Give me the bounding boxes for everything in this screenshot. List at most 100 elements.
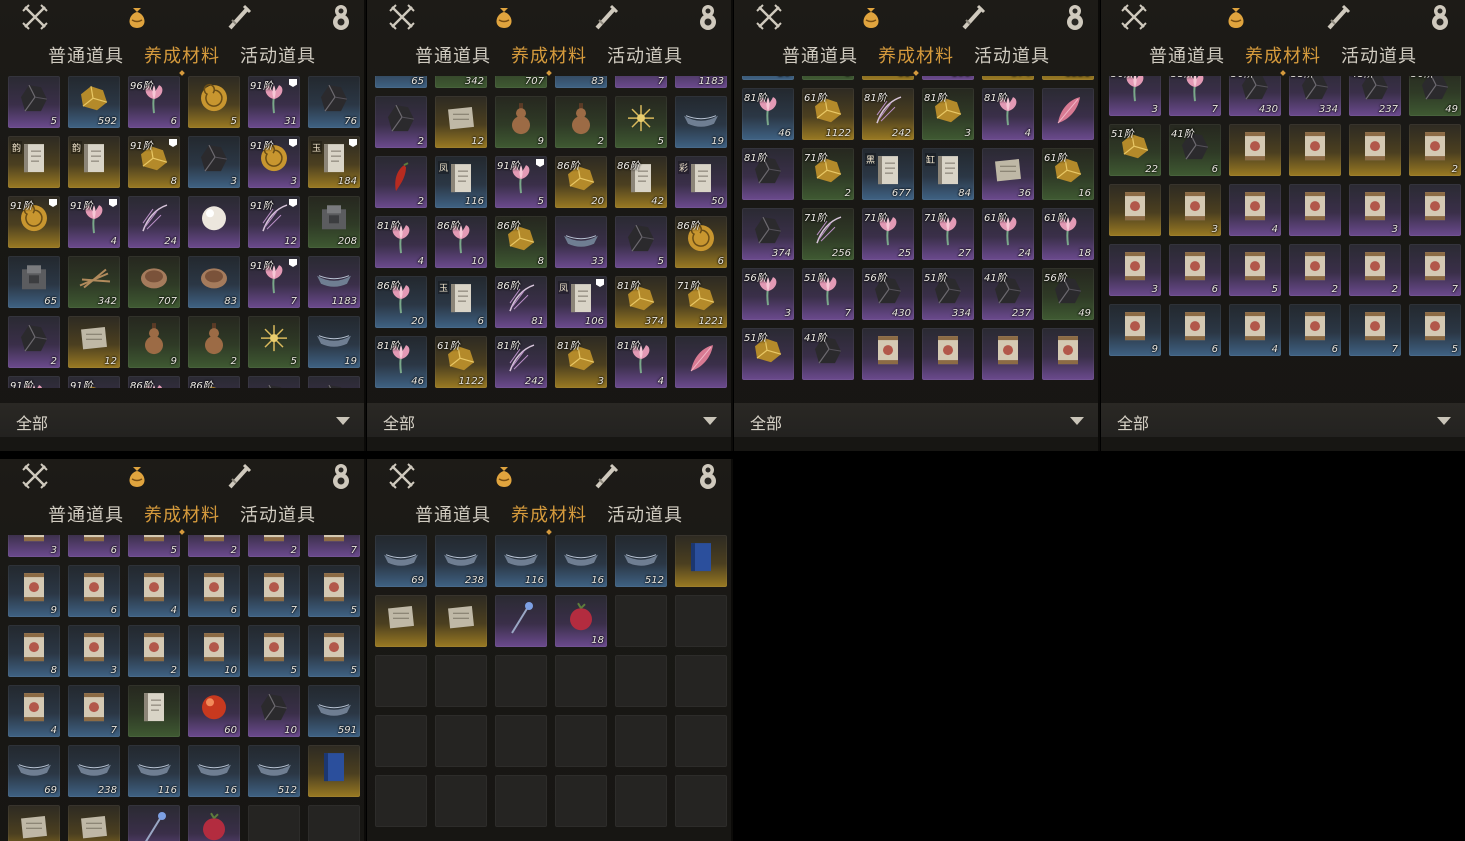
item-slot[interactable]: 5 [128,535,180,557]
item-slot[interactable]: 86阶 8 [495,216,547,268]
filter-dropdown[interactable]: 全部 [0,403,364,437]
item-slot[interactable] [308,376,360,388]
item-slot[interactable] [375,595,427,647]
item-slot[interactable]: 81 [862,76,914,80]
item-slot[interactable]: 7 [1349,304,1401,356]
item-slot[interactable]: 51阶 334 [1289,76,1341,116]
item-slot[interactable]: 51阶 22 [1109,124,1161,176]
item-slot[interactable] [188,805,240,841]
item-slot[interactable]: 91阶 31 [248,76,300,128]
item-slot[interactable]: 2 [128,625,180,677]
item-slot[interactable]: 19 [675,96,727,148]
item-slot[interactable]: 6 [68,535,120,557]
item-slot[interactable]: 342 [435,76,487,88]
item-slot[interactable] [8,805,60,841]
item-slot[interactable]: 16 [555,535,607,587]
item-slot[interactable]: 60 [188,685,240,737]
tab-common-items[interactable]: 普通道具 [48,501,124,529]
item-grid-viewport[interactable]: 69 238 116 16 512 18 [367,535,731,841]
tab-common-items[interactable]: 普通道具 [48,42,124,70]
item-slot[interactable]: 81阶 242 [495,336,547,388]
item-slot[interactable]: 9 [495,96,547,148]
item-slot[interactable]: 6 [1169,304,1221,356]
item-slot[interactable] [128,685,180,737]
item-slot[interactable]: 707 [128,256,180,308]
item-slot[interactable] [675,535,727,587]
item-slot[interactable]: 2 [555,96,607,148]
item-slot[interactable]: 342 [68,256,120,308]
item-slot[interactable] [982,328,1034,380]
item-slot[interactable]: 71阶 1221 [675,276,727,328]
item-slot[interactable]: 24 [128,196,180,248]
item-slot[interactable]: 2 [8,316,60,368]
item-slot[interactable]: 86阶 20 [555,156,607,208]
item-slot[interactable]: 61阶 1122 [435,336,487,388]
item-slot[interactable]: 91阶 [68,376,120,388]
item-slot[interactable]: 3 [1109,244,1161,296]
item-slot[interactable]: 81阶 3 [922,88,974,140]
item-slot[interactable]: 33 [555,216,607,268]
item-slot[interactable]: 86阶 6 [675,216,727,268]
item-slot[interactable]: 4 [8,685,60,737]
item-slot[interactable]: 65 [375,76,427,88]
item-slot[interactable]: 5 [615,96,667,148]
item-slot[interactable]: 41阶 6 [1169,124,1221,176]
scroll-brush-icon[interactable] [958,2,988,32]
item-slot[interactable]: 5 [188,76,240,128]
item-grid-viewport[interactable]: 20玉681凤106374122181阶4661阶112281阶24281阶38… [734,76,1098,388]
item-slot[interactable] [1289,184,1341,236]
item-slot[interactable]: 2 [375,156,427,208]
item-slot[interactable] [1109,184,1161,236]
tab-growth-materials[interactable]: 养成材料 [511,42,587,70]
tab-growth-materials[interactable]: 养成材料 [144,501,220,529]
item-slot[interactable]: 76 [308,76,360,128]
item-slot[interactable]: 彩 50 [675,156,727,208]
item-slot[interactable] [495,595,547,647]
item-grid-viewport[interactable]: 56阶351阶756阶43051阶33441阶23756阶4951阶2241阶6… [1101,76,1465,388]
item-slot[interactable]: 1183 [675,76,727,88]
crossed-swords-icon[interactable] [387,461,417,491]
item-slot[interactable]: 2 [375,96,427,148]
item-slot[interactable]: 208 [308,196,360,248]
item-slot[interactable]: 81阶 4 [615,336,667,388]
scroll-brush-icon[interactable] [591,2,621,32]
item-slot[interactable]: 6 [68,565,120,617]
item-slot[interactable]: 凤 106 [555,276,607,328]
item-slot[interactable]: 91阶 [8,196,60,248]
item-slot[interactable]: 3 [1349,184,1401,236]
money-bag-icon[interactable] [856,2,886,32]
item-slot[interactable]: 7 [1409,244,1461,296]
item-slot[interactable]: 91阶 12 [248,196,300,248]
item-slot[interactable]: 61阶 18 [1042,208,1094,260]
item-slot[interactable]: 6 [188,565,240,617]
item-slot[interactable]: 玉 184 [308,136,360,188]
money-bag-icon[interactable] [1221,2,1251,32]
item-slot[interactable]: 12 [435,96,487,148]
item-slot[interactable]: 91阶 8 [128,136,180,188]
item-slot[interactable] [922,328,974,380]
item-slot[interactable]: 9 [128,316,180,368]
item-slot[interactable]: 缸 84 [922,148,974,200]
item-slot[interactable] [1289,124,1341,176]
tab-common-items[interactable]: 普通道具 [782,42,858,70]
item-slot[interactable]: 9 [1109,304,1161,356]
crossed-swords-icon[interactable] [20,461,50,491]
item-slot[interactable]: 16 [188,745,240,797]
item-slot[interactable] [1042,328,1094,380]
item-slot[interactable]: 2 [188,316,240,368]
crossed-swords-icon[interactable] [20,2,50,32]
item-slot[interactable]: 3 [8,535,60,557]
scroll-brush-icon[interactable] [591,461,621,491]
money-bag-icon[interactable] [489,2,519,32]
item-slot[interactable]: 83 [555,76,607,88]
item-slot[interactable]: 81阶 242 [862,88,914,140]
item-slot[interactable] [128,805,180,841]
item-slot[interactable]: 69 [375,535,427,587]
item-slot[interactable] [1042,88,1094,140]
item-slot[interactable]: 7 [248,565,300,617]
item-slot[interactable]: 69 [8,745,60,797]
tab-event-items[interactable]: 活动道具 [607,42,683,70]
item-slot[interactable]: 3 [68,625,120,677]
crossed-swords-icon[interactable] [1119,2,1149,32]
item-slot[interactable]: 51阶 7 [1169,76,1221,116]
